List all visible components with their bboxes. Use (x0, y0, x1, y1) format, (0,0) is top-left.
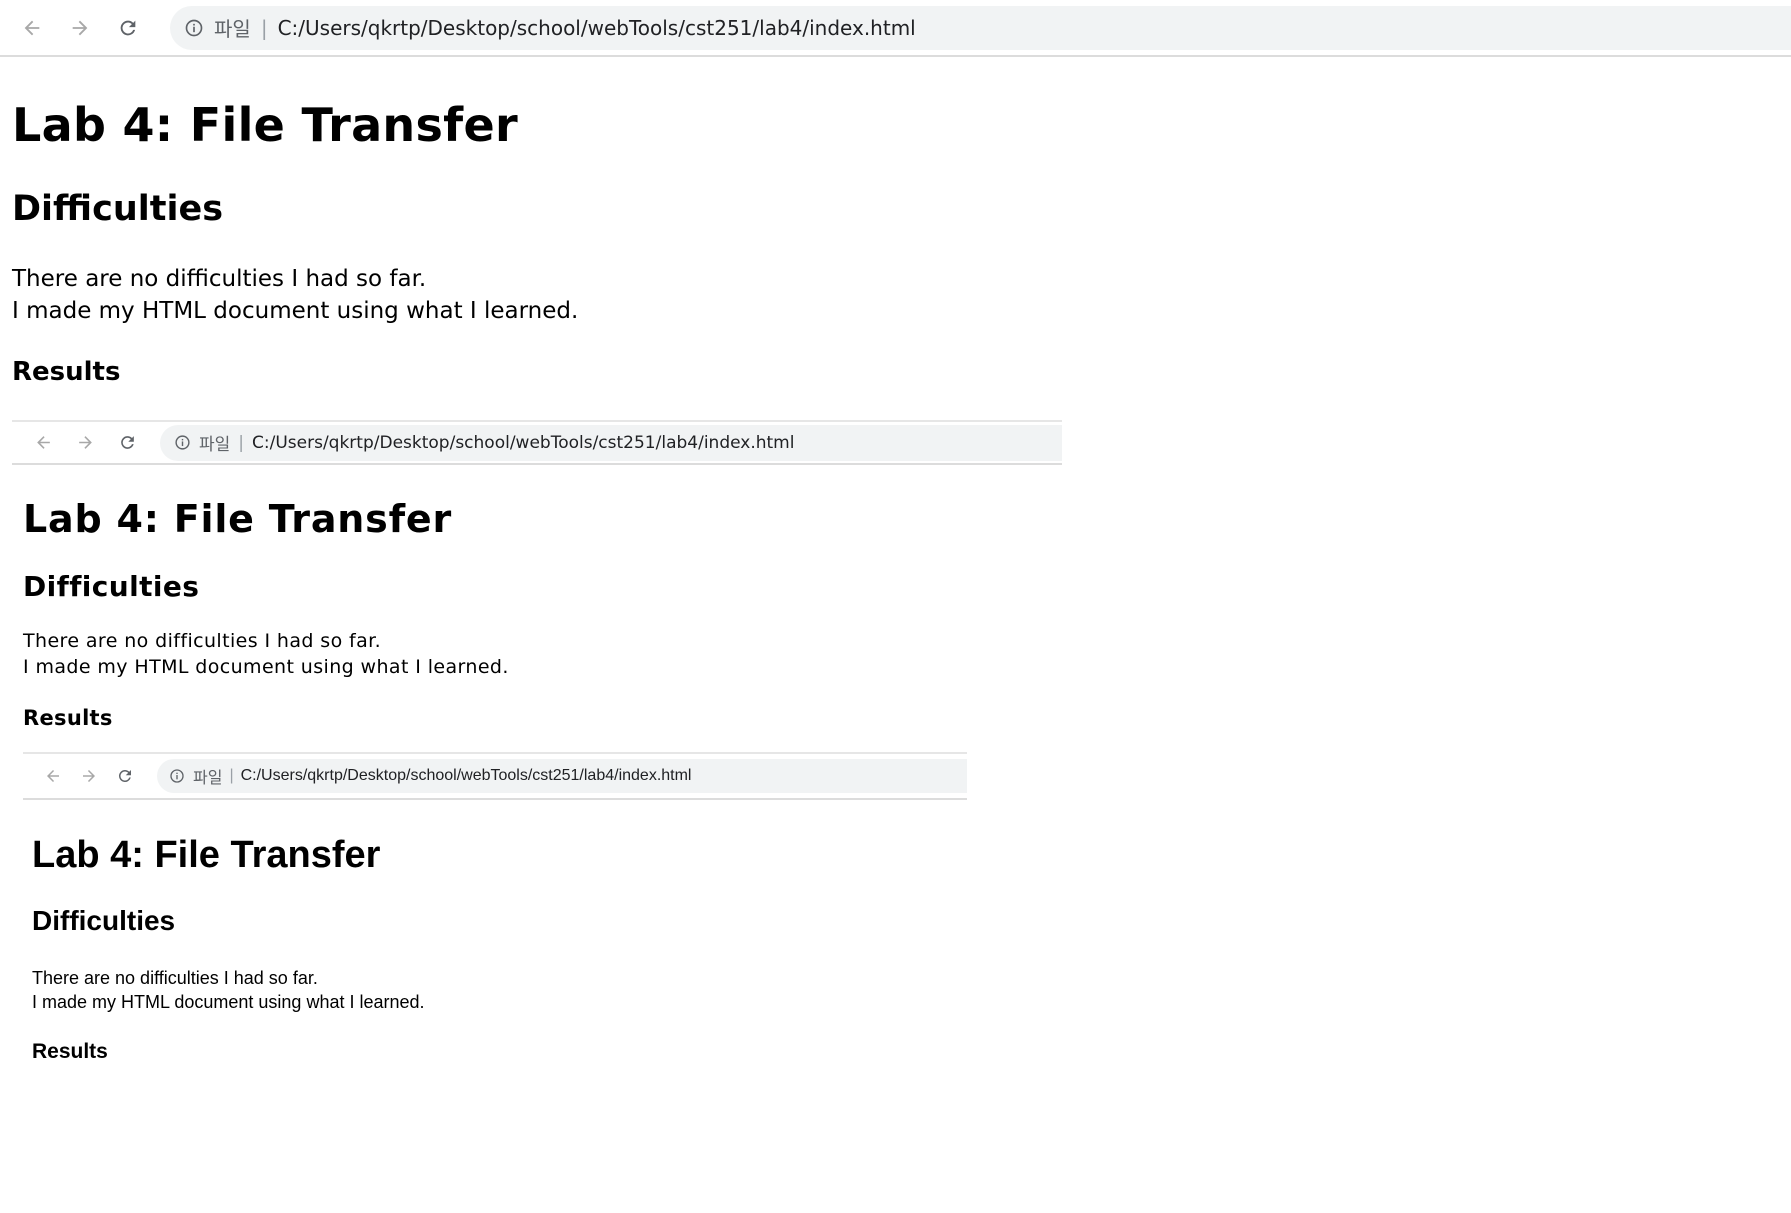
url-text: C:/Users/qkrtp/Desktop/school/webTools/c… (252, 432, 795, 453)
nested-browser-toolbar: 파일 | C:/Users/qkrtp/Desktop/school/webTo… (23, 752, 967, 800)
result-screenshot: 파일 | C:/Users/qkrtp/Desktop/school/webTo… (12, 420, 1062, 1100)
address-separator: | (260, 15, 268, 40)
info-icon (174, 434, 191, 451)
address-separator: | (238, 432, 245, 453)
back-icon (39, 762, 67, 790)
url-text[interactable]: C:/Users/qkrtp/Desktop/school/webTools/c… (278, 16, 916, 40)
address-separator: | (229, 767, 234, 784)
difficulties-line-1: There are no difficulties I had so far. (12, 266, 427, 292)
nested-difficulties-text: There are no difficulties I had so far. … (32, 966, 425, 1014)
address-bar[interactable]: 파일 | C:/Users/qkrtp/Desktop/school/webTo… (170, 5, 1791, 50)
info-icon[interactable] (184, 18, 204, 38)
difficulties-text: There are no difficulties I had so far. … (12, 263, 578, 327)
screenshot-difficulties-heading: Difficulties (23, 570, 200, 603)
forward-icon[interactable] (60, 8, 100, 48)
forward-icon (70, 428, 100, 458)
browser-toolbar: 파일 | C:/Users/qkrtp/Desktop/school/webTo… (0, 0, 1791, 57)
browser-window: 파일 | C:/Users/qkrtp/Desktop/school/webTo… (0, 0, 1791, 1213)
results-heading: Results (12, 357, 121, 387)
difficulties-heading: Difficulties (12, 189, 224, 229)
page-title: Lab 4: File Transfer (12, 98, 518, 152)
reload-icon (111, 762, 139, 790)
nested-results-heading: Results (32, 1040, 108, 1063)
screenshot-address-bar: 파일 | C:/Users/qkrtp/Desktop/school/webTo… (160, 424, 1062, 461)
scheme-label: 파일 (214, 17, 251, 41)
difficulties-line-1: There are no difficulties I had so far. (23, 630, 382, 652)
back-icon[interactable] (12, 8, 52, 48)
screenshot-browser-toolbar: 파일 | C:/Users/qkrtp/Desktop/school/webTo… (12, 420, 1062, 465)
nested-result-screenshot: 파일 | C:/Users/qkrtp/Desktop/school/webTo… (23, 752, 967, 1100)
screenshot-page-title: Lab 4: File Transfer (23, 497, 453, 541)
screenshot-difficulties-text: There are no difficulties I had so far. … (23, 628, 509, 680)
reload-icon[interactable] (108, 8, 148, 48)
scheme-label: 파일 (193, 770, 223, 787)
difficulties-line-2: I made my HTML document using what I lea… (32, 992, 425, 1012)
difficulties-line-2: I made my HTML document using what I lea… (12, 298, 579, 324)
nested-page-title: Lab 4: File Transfer (32, 834, 381, 876)
reload-icon (112, 428, 142, 458)
nested-address-bar: 파일 | C:/Users/qkrtp/Desktop/school/webTo… (157, 759, 967, 793)
screenshot-results-heading: Results (23, 706, 113, 730)
forward-icon (75, 762, 103, 790)
back-icon (28, 428, 58, 458)
difficulties-line-1: There are no difficulties I had so far. (32, 968, 318, 988)
difficulties-line-2: I made my HTML document using what I lea… (23, 656, 509, 678)
info-icon (169, 768, 185, 784)
scheme-label: 파일 (199, 435, 231, 455)
url-text: C:/Users/qkrtp/Desktop/school/webTools/c… (240, 767, 692, 784)
nested-difficulties-heading: Difficulties (32, 905, 176, 936)
